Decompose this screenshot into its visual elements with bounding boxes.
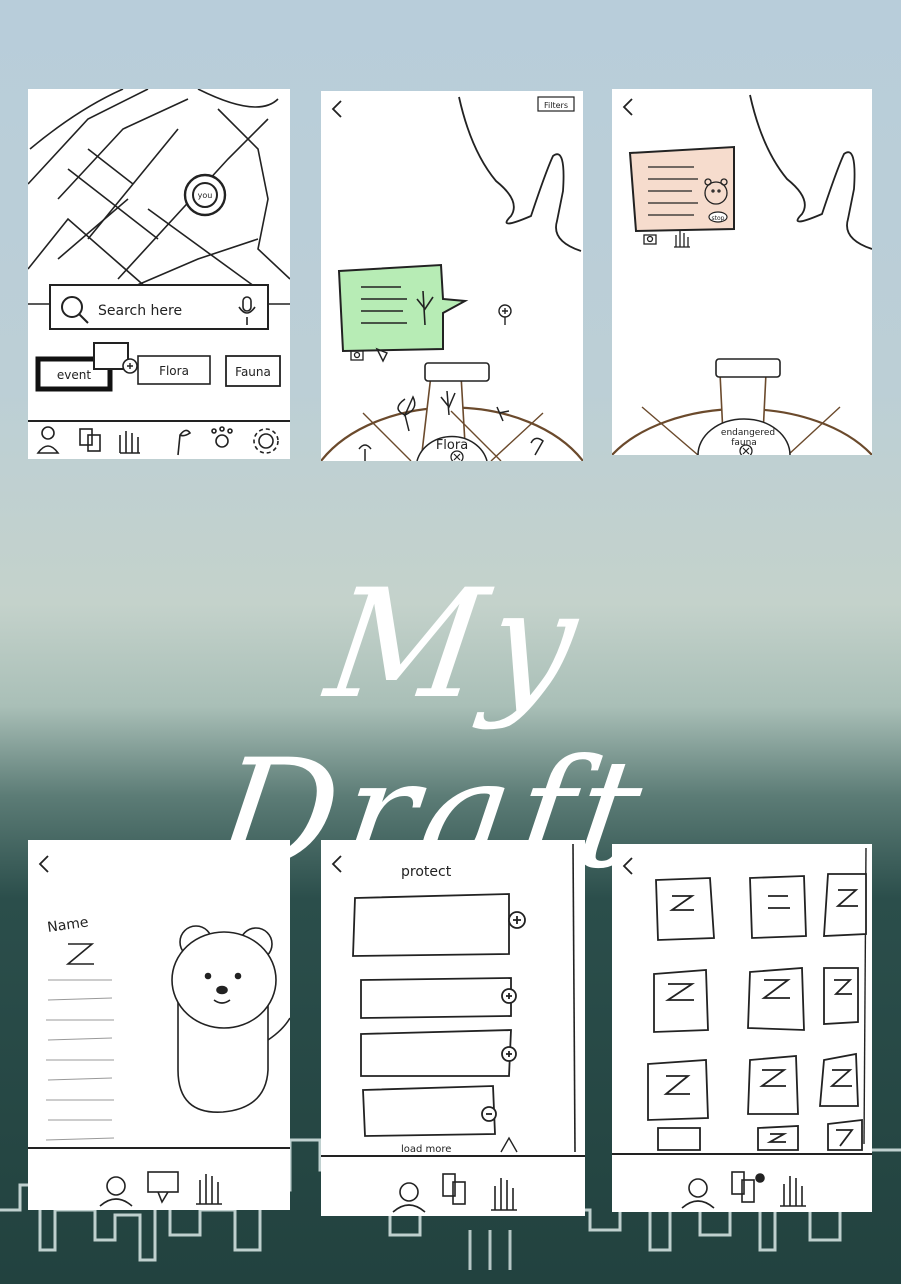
fauna-note-card[interactable]: stop (628, 145, 735, 233)
back-arrow-icon[interactable] (622, 857, 633, 875)
collection-card[interactable] (747, 967, 805, 1031)
up-arrow-icon[interactable] (500, 1136, 518, 1153)
fauna-sketch: stop endangered fauna (612, 94, 872, 455)
camera-icon[interactable] (643, 234, 657, 245)
scrollbar[interactable] (572, 843, 576, 1153)
load-more-link[interactable]: load more (401, 1144, 451, 1155)
name-scribble (65, 943, 95, 965)
wheel-center-label: Flora (436, 438, 468, 453)
hand-icon[interactable] (491, 1178, 517, 1211)
filters-label: Filters (544, 101, 568, 110)
collection-card[interactable] (647, 1059, 709, 1121)
back-arrow-icon[interactable] (622, 98, 633, 116)
chip-flora-label: Flora (159, 364, 189, 378)
flora-sketch: Filters Flora (321, 96, 583, 461)
back-arrow-icon[interactable] (38, 855, 49, 873)
hand-icon[interactable] (674, 231, 690, 248)
sketch-flora-screen: Filters Flora (321, 91, 583, 461)
pin-label: you (198, 191, 213, 200)
collection-card[interactable] (653, 969, 709, 1033)
collection-card[interactable] (657, 1127, 701, 1151)
collection-card[interactable] (827, 1118, 863, 1151)
collection-card[interactable] (749, 875, 807, 939)
back-arrow-icon[interactable] (331, 100, 342, 118)
paw-icon[interactable] (211, 426, 233, 448)
sketch-protect-screen: protect load more (321, 840, 585, 1216)
cards-icon[interactable] (442, 1173, 466, 1205)
gear-icon[interactable] (253, 428, 279, 454)
chip-fauna[interactable]: Fauna (225, 355, 281, 387)
bear-illustration (171, 925, 290, 1113)
sketch-profile-screen: Name (28, 840, 290, 1210)
map-sketch: you Search here event Flora Fauna (28, 89, 290, 456)
camera-icon[interactable] (350, 350, 364, 361)
page-title: My Draft (205, 558, 657, 902)
collection-card[interactable] (757, 1125, 799, 1151)
collection-sketch (612, 847, 872, 1209)
search-input[interactable]: Search here (98, 303, 182, 319)
hand-icon[interactable] (119, 431, 140, 454)
back-arrow-icon[interactable] (331, 855, 342, 873)
message-icon[interactable] (147, 1171, 179, 1204)
hand-icon[interactable] (780, 1176, 806, 1207)
coastline-sketch (749, 94, 872, 250)
profile-icon[interactable] (99, 1176, 133, 1207)
coastline-sketch (458, 96, 582, 252)
collection-card[interactable] (747, 1055, 799, 1115)
list-item[interactable] (362, 1085, 497, 1137)
info-lines (45, 979, 115, 1141)
collection-card[interactable] (823, 873, 867, 937)
profile-sketch: Name (28, 855, 290, 1207)
stop-label: stop (712, 215, 725, 222)
flora-note-card[interactable] (337, 263, 469, 353)
sketch-fauna-screen: stop endangered fauna (612, 89, 872, 455)
filters-button[interactable]: Filters (537, 96, 575, 112)
collection-card[interactable] (655, 877, 715, 941)
cards-icon[interactable] (79, 428, 101, 452)
chip-fauna-label: Fauna (235, 365, 271, 379)
close-circle-icon (450, 450, 464, 461)
collection-card[interactable] (823, 967, 859, 1025)
name-label: Name (46, 914, 89, 936)
cards-icon[interactable] (731, 1171, 765, 1203)
sprout-icon[interactable] (177, 429, 192, 456)
protect-heading: protect (401, 864, 452, 880)
chip-event-label: event (57, 368, 91, 382)
list-item[interactable] (360, 977, 517, 1019)
profile-icon[interactable] (681, 1178, 715, 1209)
you-location-pin[interactable]: you (183, 173, 227, 217)
list-item[interactable] (352, 893, 526, 957)
list-item[interactable] (360, 1029, 517, 1077)
chip-flora[interactable]: Flora (137, 355, 211, 385)
sketch-map-screen: you Search here event Flora Fauna (28, 89, 290, 459)
protect-sketch: protect load more (321, 843, 585, 1213)
close-circle-icon (739, 444, 753, 455)
collection-card[interactable] (819, 1052, 859, 1107)
category-wheel[interactable]: endangered fauna (612, 358, 872, 455)
profile-icon[interactable] (392, 1182, 426, 1213)
sketch-collection-screen (612, 844, 872, 1212)
category-wheel[interactable]: Flora (321, 362, 583, 461)
add-pin-icon[interactable] (498, 304, 512, 325)
profile-icon[interactable] (36, 426, 60, 454)
add-circle-icon[interactable] (122, 358, 138, 374)
hand-icon[interactable] (196, 1174, 222, 1205)
stop-button: stop (708, 211, 728, 223)
wheel-label-line1: endangered (721, 428, 775, 438)
